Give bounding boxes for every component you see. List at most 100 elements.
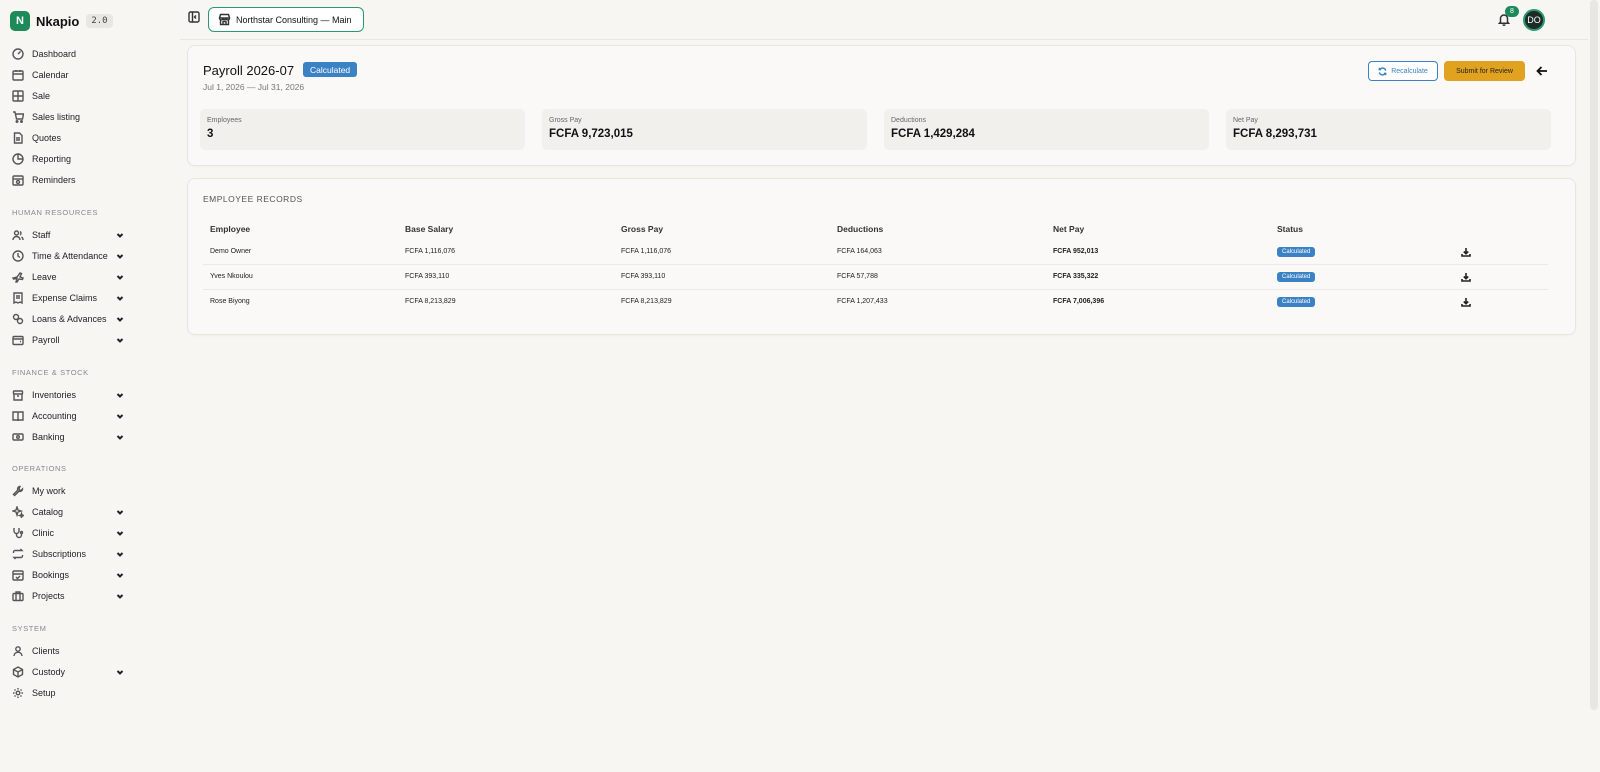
sidebar-item-clinic[interactable]: Clinic [12, 524, 124, 542]
avatar[interactable]: DO [1523, 9, 1545, 31]
chevron-down-icon [116, 231, 124, 239]
sidebar-item-calendar[interactable]: Calendar [12, 66, 124, 84]
sidebar-item-sales-listing[interactable]: Sales listing [12, 108, 124, 126]
cell-employee: Demo Owner [210, 248, 252, 255]
chevron-down-icon [116, 273, 124, 281]
column-header-status: Status [1277, 224, 1303, 234]
sidebar-item-custody[interactable]: Custody [12, 663, 124, 681]
chevron-down-icon [116, 315, 124, 323]
table-row[interactable]: Yves Nkoulou FCFA 393,110 FCFA 393,110 F… [203, 265, 1548, 290]
sidebar-item-projects[interactable]: Projects [12, 587, 124, 605]
sidebar-item-sale[interactable]: Sale [12, 87, 124, 105]
brand[interactable]: N Nkapio 2.0 [10, 10, 113, 32]
sidebar-item-label: Sale [32, 91, 51, 101]
table-row[interactable]: Demo Owner FCFA 1,116,076 FCFA 1,116,076… [203, 240, 1548, 265]
sidebar-item-label: Expense Claims [32, 293, 98, 303]
sidebar-item-quotes[interactable]: Quotes [12, 129, 124, 147]
recalculate-label: Recalculate [1391, 67, 1428, 75]
cell-deductions: FCFA 1,207,433 [837, 298, 888, 305]
sidebar-item-clients[interactable]: Clients [12, 642, 124, 660]
app-name: Nkapio [36, 13, 80, 29]
users-icon [12, 229, 24, 241]
banknote-icon [12, 431, 24, 443]
cell-deductions: FCFA 57,788 [837, 273, 878, 280]
gear-icon [12, 687, 24, 699]
clock-icon [12, 250, 24, 262]
sidebar-item-inventories[interactable]: Inventories [12, 386, 124, 404]
cell-gross-pay: FCFA 8,213,829 [621, 298, 672, 305]
sidebar-item-label: Staff [32, 230, 51, 240]
sidebar-item-accounting[interactable]: Accounting [12, 407, 124, 425]
sidebar-item-label: Leave [32, 272, 57, 282]
recalculate-button[interactable]: Recalculate [1368, 61, 1438, 81]
status-badge: Calculated [1277, 272, 1316, 282]
download-icon[interactable] [1461, 271, 1471, 282]
sidebar-item-leave[interactable]: Leave [12, 268, 124, 286]
sidebar-item-label: Bookings [32, 570, 70, 580]
dashboard-icon [12, 48, 24, 60]
stat-value: FCFA 9,723,015 [549, 128, 633, 140]
chevron-down-icon [116, 412, 124, 420]
stat-value: FCFA 1,429,284 [891, 128, 975, 140]
chevron-down-icon [116, 592, 124, 600]
sidebar-item-label: Projects [32, 591, 65, 601]
sidebar-item-label: Loans & Advances [32, 314, 107, 324]
sidebar-item-loans-advances[interactable]: Loans & Advances [12, 310, 124, 328]
stat-deductions: Deductions FCFA 1,429,284 [884, 109, 1209, 150]
stat-label: Net Pay [1233, 117, 1258, 124]
wrench-icon [12, 485, 24, 497]
sidebar-toggle-icon[interactable] [188, 11, 200, 23]
submit-for-review-button[interactable]: Submit for Review [1444, 61, 1525, 81]
sidebar-item-my-work[interactable]: My work [12, 482, 124, 500]
sidebar-item-label: Custody [32, 667, 66, 677]
sidebar-item-subscriptions[interactable]: Subscriptions [12, 545, 124, 563]
download-icon[interactable] [1461, 246, 1471, 257]
column-header-net-pay: Net Pay [1053, 224, 1085, 234]
arrow-left-icon[interactable] [1536, 65, 1548, 77]
sidebar-item-label: Dashboard [32, 49, 77, 59]
calendar-icon [12, 69, 24, 81]
document-icon [12, 132, 24, 144]
stat-value: 3 [207, 128, 214, 140]
stat-label: Gross Pay [549, 117, 582, 124]
sidebar-item-label: Subscriptions [32, 549, 87, 559]
sidebar-item-label: Sales listing [32, 112, 81, 122]
sidebar-item-setup[interactable]: Setup [12, 684, 124, 702]
topbar: Northstar Consulting — Main 8 DO [180, 0, 1600, 40]
section-title: EMPLOYEE RECORDS [203, 194, 303, 204]
sidebar-item-banking[interactable]: Banking [12, 428, 124, 446]
sidebar-item-payroll[interactable]: Payroll [12, 331, 124, 349]
stat-employees: Employees 3 [200, 109, 525, 150]
sidebar-item-label: Clinic [32, 528, 55, 538]
sidebar-item-label: Time & Attendance [32, 251, 108, 261]
sidebar-item-label: Calendar [32, 70, 69, 80]
sidebar-item-staff[interactable]: Staff [12, 226, 124, 244]
table-row[interactable]: Rose Biyong FCFA 8,213,829 FCFA 8,213,82… [203, 290, 1548, 315]
sidebar-item-dashboard[interactable]: Dashboard [12, 45, 124, 63]
sidebar-item-reminders[interactable]: Reminders [12, 171, 124, 189]
sidebar-item-time-attendance[interactable]: Time & Attendance [12, 247, 124, 265]
plane-icon [12, 271, 24, 283]
grid-icon [12, 90, 24, 102]
receipt-icon [12, 292, 24, 304]
sidebar-item-label: Reporting [32, 154, 72, 164]
sidebar-item-reporting[interactable]: Reporting [12, 150, 124, 168]
package-icon [12, 666, 24, 678]
sidebar-item-bookings[interactable]: Bookings [12, 566, 124, 584]
chevron-down-icon [116, 433, 124, 441]
scrollbar[interactable] [1590, 0, 1598, 710]
chevron-down-icon [116, 391, 124, 399]
sidebar-item-expense-claims[interactable]: Expense Claims [12, 289, 124, 307]
stat-label: Employees [207, 117, 242, 124]
topbar-divider [180, 39, 1588, 40]
organization-selector[interactable]: Northstar Consulting — Main [208, 7, 364, 32]
status-badge: Calculated [303, 62, 358, 77]
sidebar-item-catalog[interactable]: Catalog [12, 503, 124, 521]
sidebar-item-label: Setup [32, 688, 56, 698]
sidebar: N Nkapio 2.0 Dashboard Calendar Sale Sal… [0, 0, 180, 772]
wallet-icon [12, 334, 24, 346]
download-icon[interactable] [1461, 296, 1471, 307]
calendar-check-icon [12, 569, 24, 581]
organization-name: Northstar Consulting — Main [236, 14, 352, 25]
sidebar-item-label: Clients [32, 646, 60, 656]
